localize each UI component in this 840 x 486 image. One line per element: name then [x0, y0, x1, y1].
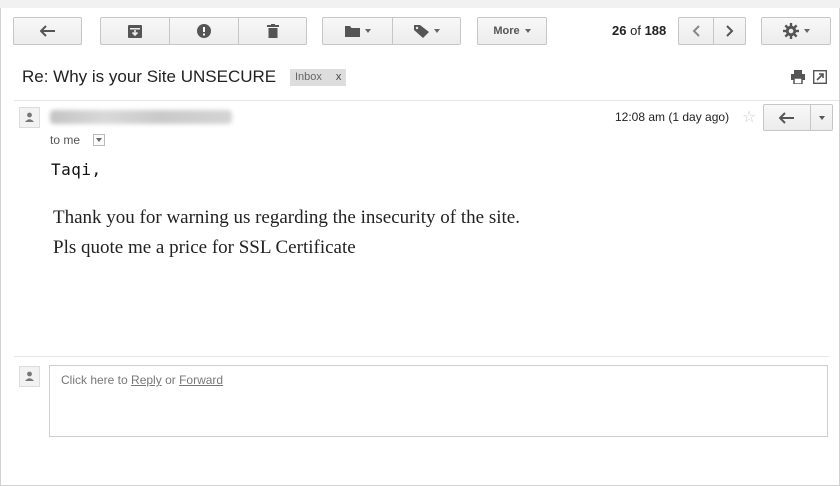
folder-icon	[344, 26, 360, 37]
reply-link[interactable]: Reply	[131, 373, 162, 387]
chevron-down-icon	[434, 29, 440, 33]
pagination-total: 188	[644, 23, 667, 38]
message-greeting: Taqi,	[51, 160, 102, 179]
move-to-button[interactable]	[323, 18, 392, 44]
print-icon[interactable]	[791, 70, 805, 84]
person-icon	[25, 371, 34, 381]
inbox-label-chip: Inbox x	[290, 69, 347, 86]
chevron-down-icon	[364, 29, 371, 33]
pagination-count: 26 of 188	[612, 23, 666, 38]
new-window-icon[interactable]	[813, 70, 827, 84]
pagination-current: 26	[612, 23, 627, 38]
message-body-line: Thank you for warning us regarding the i…	[53, 207, 520, 228]
archive-icon	[128, 24, 142, 38]
back-arrow-icon	[39, 25, 55, 37]
older-button[interactable]	[713, 18, 746, 44]
reply-button[interactable]	[764, 105, 810, 130]
message-time: 12:08 am (1 day ago)	[615, 110, 730, 124]
gear-icon	[782, 23, 799, 39]
label-chip-text[interactable]: Inbox	[295, 69, 322, 86]
star-icon[interactable]: ☆	[742, 107, 756, 127]
more-button-label: More	[493, 25, 520, 37]
report-spam-icon	[197, 24, 211, 38]
archive-button[interactable]	[101, 18, 169, 44]
sender-avatar	[19, 107, 40, 128]
quick-reply-box[interactable]: Click here to Reply or Forward	[49, 365, 828, 437]
reply-icon	[779, 111, 794, 124]
pagination-nav	[678, 17, 746, 45]
tag-icon	[414, 24, 429, 38]
action-button-group	[100, 17, 307, 45]
person-icon	[25, 112, 34, 122]
sender-name-redacted[interactable]	[50, 110, 232, 124]
show-details-button[interactable]	[93, 134, 105, 146]
reply-prompt-or: or	[165, 373, 176, 387]
reply-prompt: Click here to Reply or Forward	[61, 373, 223, 387]
report-spam-button[interactable]	[169, 18, 238, 44]
divider	[14, 356, 829, 357]
remove-label-button[interactable]: x	[336, 69, 342, 86]
settings-button[interactable]	[761, 17, 831, 45]
chevron-right-icon	[726, 25, 734, 37]
recipient-line: to me	[50, 133, 81, 147]
folder-label-group	[322, 17, 461, 45]
chevron-down-icon	[819, 115, 825, 120]
my-avatar	[19, 366, 40, 387]
message-body-line: Pls quote me a price for SSL Certificate	[53, 237, 356, 258]
delete-button[interactable]	[238, 18, 307, 44]
more-button[interactable]: More	[477, 17, 547, 45]
newer-button[interactable]	[679, 18, 713, 44]
delete-icon	[267, 24, 279, 38]
top-strip	[0, 0, 840, 8]
reply-button-group	[763, 104, 833, 131]
chevron-down-icon	[96, 138, 102, 142]
reply-options-button[interactable]	[810, 105, 833, 130]
reply-prompt-prefix: Click here to	[61, 373, 128, 387]
chevron-down-icon	[524, 29, 531, 33]
email-subject: Re: Why is your Site UNSECURE	[22, 67, 277, 86]
labels-button[interactable]	[392, 18, 461, 44]
chevron-down-icon	[803, 29, 810, 33]
chevron-left-icon	[692, 25, 700, 37]
pagination-of: of	[630, 23, 641, 38]
divider	[14, 100, 839, 101]
back-to-inbox-button[interactable]	[13, 17, 82, 45]
forward-link[interactable]: Forward	[179, 373, 223, 387]
